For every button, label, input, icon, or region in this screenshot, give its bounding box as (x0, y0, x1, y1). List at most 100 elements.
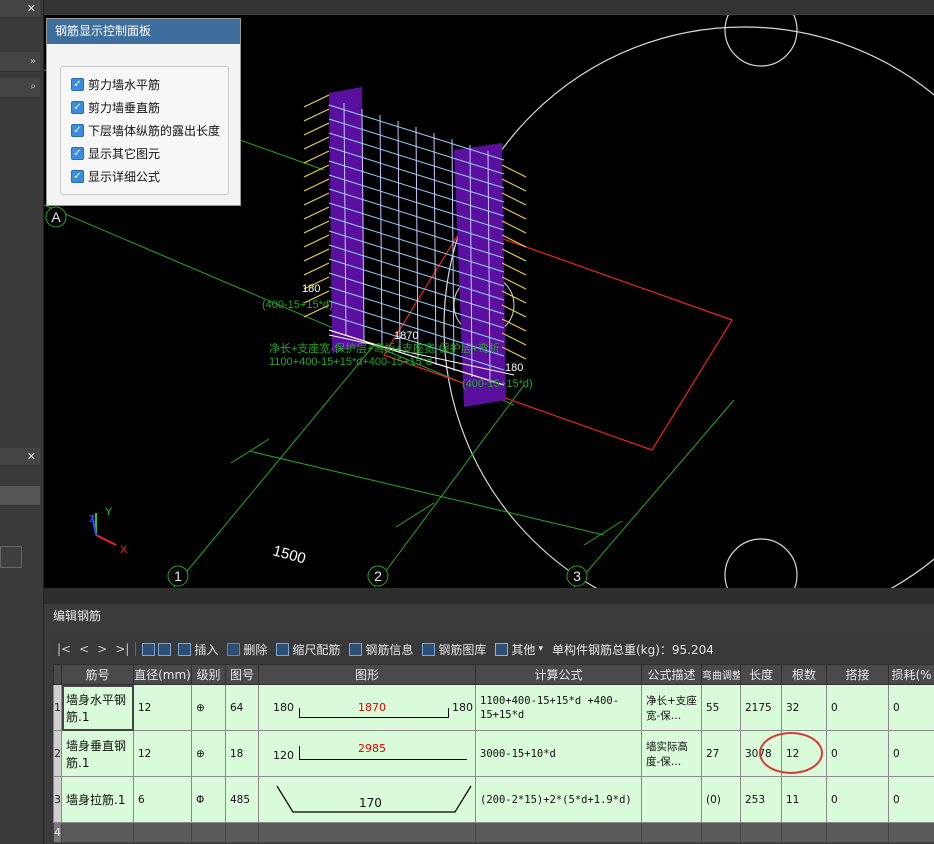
axis-label-2: 2 (374, 568, 382, 584)
shape-right-label: 180 (452, 700, 473, 714)
bar-name-cell[interactable]: 墙身拉筋.1 (61, 776, 134, 823)
lap-cell[interactable]: 0 (826, 684, 889, 731)
checkbox-checked-icon[interactable]: ✓ (71, 100, 84, 114)
row-number: 3 (53, 776, 62, 823)
lap-cell[interactable]: 0 (826, 776, 889, 823)
diameter-cell[interactable]: 6 (133, 776, 192, 823)
chevron-down-icon: ▾ (538, 644, 543, 654)
loss-cell[interactable]: 0 (888, 684, 934, 731)
dimension-line (248, 450, 605, 536)
table-header: 筋号 直径(mm) 级别 图号 图形 计算公式 公式描述 弯曲调整 长度 根数 … (53, 664, 934, 685)
grade-cell[interactable]: ⊕ (191, 730, 226, 777)
shape-cell[interactable]: 170 (258, 776, 476, 823)
header-bend[interactable]: 弯曲调整 (701, 664, 741, 685)
move-down-icon[interactable] (158, 642, 172, 656)
purple-column (329, 87, 364, 353)
figure-cell[interactable]: 18 (225, 730, 259, 777)
header-length[interactable]: 长度 (740, 664, 782, 685)
formula-label: (400-15+15*d) (462, 378, 533, 390)
grade-cell[interactable]: Φ (191, 776, 226, 823)
table-row[interactable]: 3 墙身拉筋.1 6 Φ 485 170 (200-2*15)+2*(5*d+1… (53, 776, 934, 823)
left-dock-row: ⌕ (0, 78, 40, 98)
edit-toolbar: |< < > >| 插入 删除 缩尺配筋 钢筋信息 钢筋图库 其他 ▾ 单构件钢筋… (53, 636, 934, 662)
table-row[interactable]: 1 墙身水平钢筋.1 12 ⊕ 64 180 1870 180 1100+400… (53, 684, 934, 731)
option-show-formula[interactable]: ✓ 显示详细公式 (71, 167, 160, 185)
panel-splitter[interactable] (44, 588, 934, 604)
diameter-cell[interactable]: 12 (133, 684, 192, 731)
option-vertical-bar[interactable]: ✓ 剪力墙垂直筋 (71, 98, 160, 116)
header-loss[interactable]: 损耗(% (888, 664, 934, 685)
header-desc[interactable]: 公式描述 (641, 664, 702, 685)
nav-last-button[interactable]: >| (115, 642, 129, 656)
bend-cell[interactable]: 27 (701, 730, 741, 777)
close-icon[interactable]: ✕ (27, 2, 36, 15)
shape-cell[interactable]: 180 1870 180 (258, 684, 476, 731)
nav-first-button[interactable]: |< (57, 642, 71, 656)
rebar-shape: 120 2985 (263, 732, 475, 776)
checkbox-checked-icon[interactable]: ✓ (71, 169, 84, 183)
rebar-info-button[interactable]: 钢筋信息 (349, 641, 413, 658)
checkbox-checked-icon[interactable]: ✓ (71, 146, 84, 160)
formula-cell[interactable]: (200-2*15)+2*(5*d+1.9*d) (475, 776, 642, 823)
count-cell[interactable]: 11 (781, 776, 827, 823)
bend-cell[interactable]: (0) (701, 776, 741, 823)
loss-cell[interactable]: 0 (888, 776, 934, 823)
header-grade[interactable]: 级别 (191, 664, 226, 685)
insert-button[interactable]: 插入 (178, 641, 218, 658)
bend-cell[interactable]: 55 (701, 684, 741, 731)
dimension-tick (230, 438, 270, 464)
shape-cell[interactable]: 120 2985 (258, 730, 476, 777)
diameter-cell[interactable]: 12 (133, 730, 192, 777)
loss-cell[interactable]: 0 (888, 730, 934, 777)
rebar-shape: 180 1870 180 (263, 686, 475, 730)
count-cell[interactable]: 32 (781, 684, 827, 731)
bar-name-cell[interactable]: 墙身垂直钢筋.1 (61, 730, 134, 777)
length-cell[interactable]: 253 (740, 776, 782, 823)
desc-cell[interactable] (641, 776, 702, 823)
info-icon (349, 642, 363, 656)
dim-180-top: 180 (302, 283, 320, 295)
desc-cell[interactable]: 墙实际高度-保… (641, 730, 702, 777)
formula-cell[interactable]: 1100+400-15+15*d +400-15+15*d (475, 684, 642, 731)
nav-prev-button[interactable]: < (79, 642, 89, 656)
header-lap[interactable]: 搭接 (826, 664, 889, 685)
move-up-icon[interactable] (142, 642, 156, 656)
option-exposed-length[interactable]: ✓ 下层墙体纵筋的露出长度 (71, 121, 220, 139)
search-icon[interactable]: ⌕ (30, 81, 36, 92)
header-diameter[interactable]: 直径(mm) (133, 664, 192, 685)
option-horizontal-bar[interactable]: ✓ 剪力墙水平筋 (71, 75, 160, 93)
header-rownum (53, 664, 62, 685)
delete-button[interactable]: 删除 (227, 641, 267, 658)
other-button[interactable]: 其他 ▾ (495, 641, 543, 658)
rebar-display-control-panel: 钢筋显示控制面板 ✓ 剪力墙水平筋 ✓ 剪力墙垂直筋 ✓ 下层墙体纵筋的露出长度 ✓ 显… (46, 18, 241, 206)
rebar-shape: 170 (263, 778, 475, 822)
desc-cell[interactable]: 净长+支座宽-保… (641, 684, 702, 731)
panel-title: 钢筋显示控制面板 (47, 19, 240, 44)
nav-next-button[interactable]: > (97, 642, 107, 656)
header-count[interactable]: 根数 (781, 664, 827, 685)
checkbox-checked-icon[interactable]: ✓ (71, 77, 84, 91)
shape-line (299, 707, 449, 718)
formula-cell[interactable]: 3000-15+10*d (475, 730, 642, 777)
figure-cell[interactable]: 64 (225, 684, 259, 731)
header-formula[interactable]: 计算公式 (475, 664, 642, 685)
close-icon[interactable]: ✕ (27, 450, 36, 463)
scale-rebar-button[interactable]: 缩尺配筋 (276, 641, 340, 658)
header-figure[interactable]: 图号 (225, 664, 259, 685)
lap-cell[interactable]: 0 (826, 730, 889, 777)
header-bar-no[interactable]: 筋号 (61, 664, 134, 685)
figure-cell[interactable]: 485 (225, 776, 259, 823)
checkbox-checked-icon[interactable]: ✓ (71, 123, 84, 137)
expand-icon[interactable]: » (30, 56, 36, 67)
option-show-other[interactable]: ✓ 显示其它图元 (71, 144, 160, 162)
length-cell[interactable]: 2175 (740, 684, 782, 731)
left-dock-input[interactable] (0, 546, 22, 568)
rebar-library-button[interactable]: 钢筋图库 (422, 641, 486, 658)
highlight-ellipse (759, 732, 823, 774)
grade-cell[interactable]: ⊕ (191, 684, 226, 731)
axis-label-1: 1 (174, 568, 182, 584)
dimension-1500: 1500 (271, 542, 308, 567)
header-shape[interactable]: 图形 (258, 664, 476, 685)
bar-name-cell[interactable]: 墙身水平钢筋.1 (61, 684, 134, 731)
table-row-empty[interactable]: 4 (53, 822, 934, 843)
